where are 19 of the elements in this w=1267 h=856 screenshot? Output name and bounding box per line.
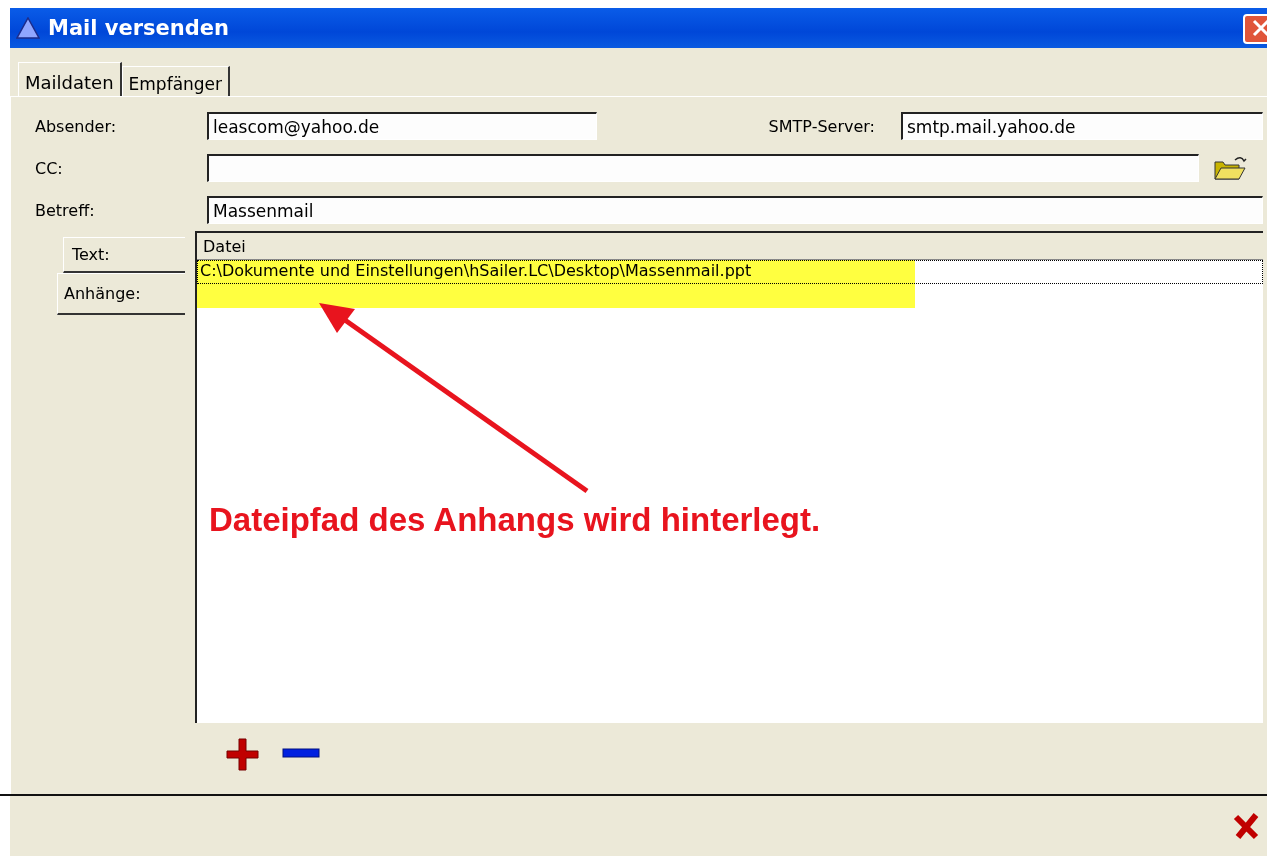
open-folder-icon[interactable] xyxy=(1213,154,1247,182)
file-path[interactable]: C:\Dokumente und Einstellungen\hSailer.LC\Desktop\Massenmail.ppt xyxy=(197,260,1263,284)
side-tab[interactable]: Text: xyxy=(63,237,185,273)
input-field[interactable]: leascom@yahoo.de xyxy=(207,112,597,140)
close-icon[interactable] xyxy=(1233,812,1261,840)
tab[interactable]: Empfänger xyxy=(121,66,231,96)
field-label: CC: xyxy=(35,158,64,178)
app-icon xyxy=(16,17,40,39)
input-field[interactable] xyxy=(207,154,1199,182)
field-label: SMTP-Server: xyxy=(768,116,875,136)
input-field[interactable]: smtp.mail.yahoo.de xyxy=(901,112,1263,140)
field-label: Absender: xyxy=(35,116,118,136)
window-title: Mail versenden xyxy=(48,16,229,40)
field-label: Betreff: xyxy=(35,200,96,220)
side-tab[interactable]: Anhänge: xyxy=(57,273,185,315)
column-header[interactable]: Datei xyxy=(197,233,1263,260)
annotation-text: Dateipfad des Anhangs wird hinterlegt. xyxy=(209,501,821,539)
tab[interactable]: Maildaten xyxy=(18,62,122,96)
input-field[interactable]: Massenmail xyxy=(207,196,1263,224)
